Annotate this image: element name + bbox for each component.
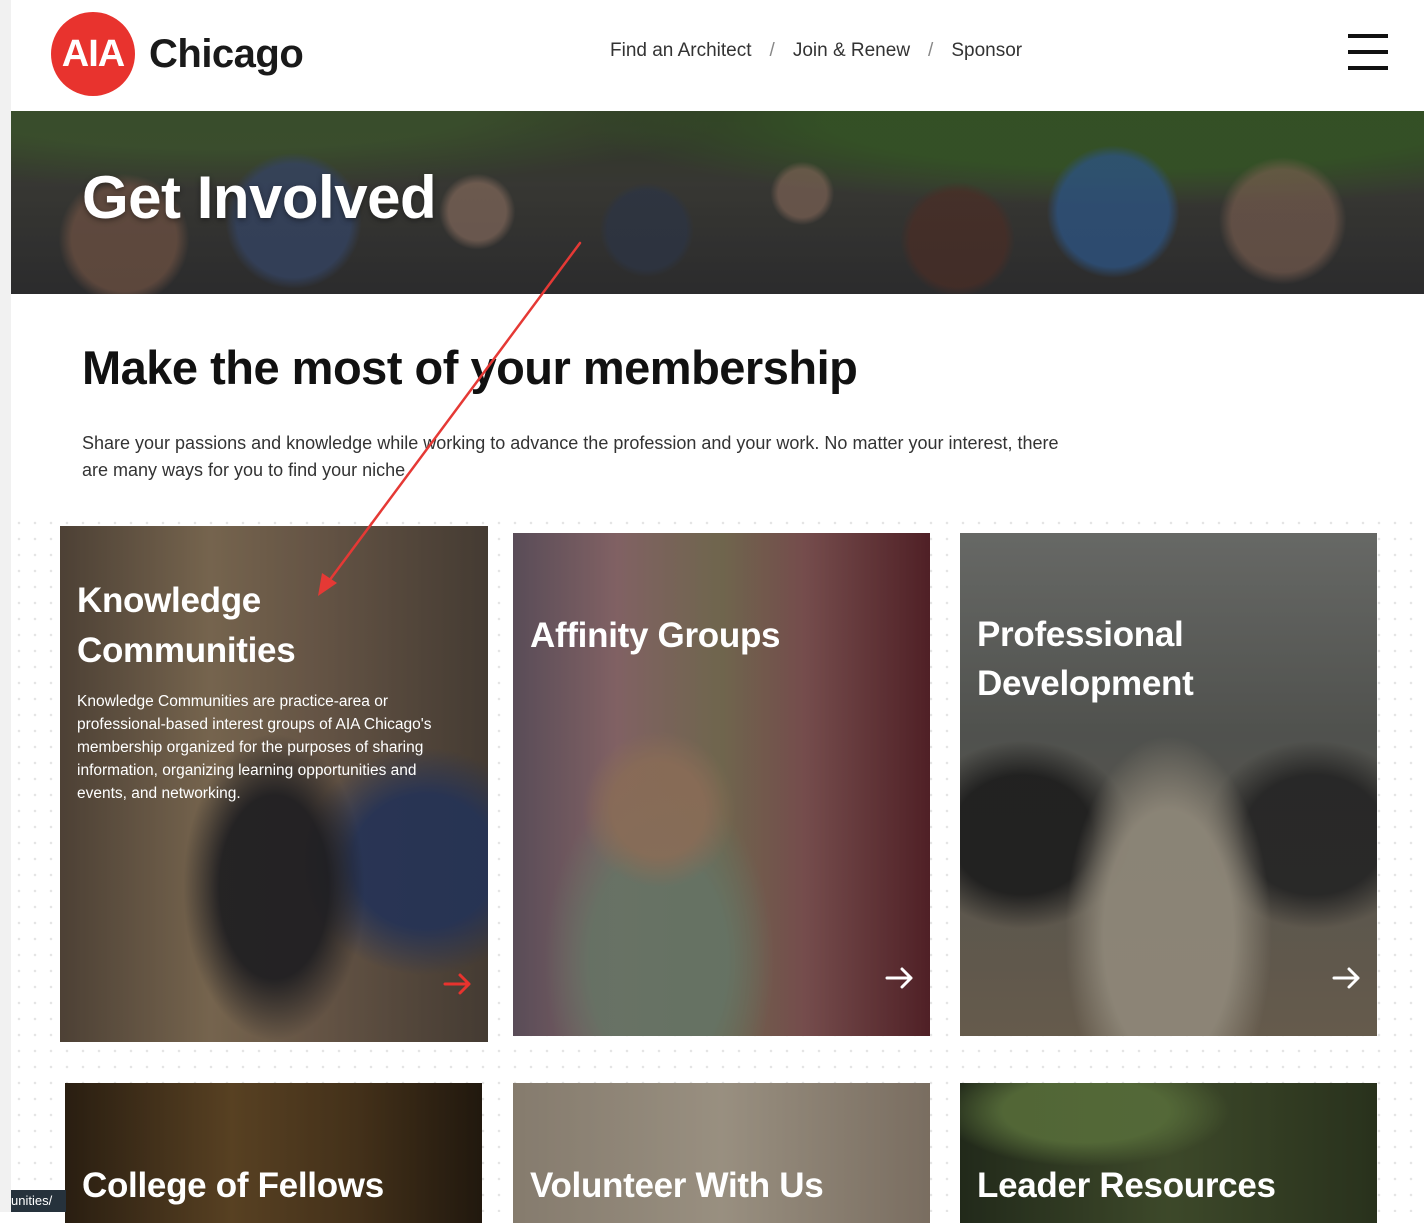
card-title-line1: Knowledge	[77, 581, 261, 620]
arrow-right-icon	[443, 973, 471, 995]
hero-banner: Get Involved	[11, 111, 1424, 294]
nav-link-join-renew[interactable]: Join & Renew	[793, 40, 910, 62]
site-header: AIA Chicago Find an Architect / Join & R…	[11, 0, 1424, 111]
card-affinity-groups[interactable]: Affinity Groups	[513, 533, 930, 1036]
card-title-line2: Communities	[77, 631, 296, 670]
section-heading: Make the most of your membership	[82, 341, 858, 394]
logo-wordmark: Chicago	[149, 31, 304, 76]
left-edge-strip	[0, 0, 11, 1212]
card-title-line1: Professional	[977, 615, 1184, 654]
nav-separator: /	[769, 40, 775, 61]
card-title: Leader Resources	[977, 1166, 1276, 1205]
card-knowledge-communities[interactable]: Knowledge Communities Knowledge Communit…	[60, 526, 488, 1042]
nav-link-find-an-architect[interactable]: Find an Architect	[610, 40, 752, 62]
nav-separator: /	[928, 40, 934, 61]
card-title: Affinity Groups	[530, 616, 781, 655]
aia-logo-mark: AIA	[51, 12, 135, 96]
nav-link-sponsor[interactable]: Sponsor	[951, 40, 1022, 62]
card-leader-resources[interactable]: Leader Resources	[960, 1083, 1377, 1223]
arrow-right-icon	[885, 967, 913, 989]
card-title: College of Fellows	[82, 1166, 384, 1205]
top-navigation: Find an Architect / Join & Renew / Spons…	[610, 40, 1022, 62]
card-description: Knowledge Communities are practice-area …	[77, 693, 432, 802]
status-bar-url: unities/	[11, 1190, 66, 1212]
card-volunteer-with-us[interactable]: Volunteer With Us	[513, 1083, 930, 1223]
page-title: Get Involved	[82, 164, 437, 231]
hamburger-menu-icon[interactable]	[1348, 34, 1388, 72]
card-college-of-fellows[interactable]: College of Fellows	[65, 1083, 482, 1223]
card-professional-development[interactable]: Professional Development	[960, 533, 1377, 1036]
card-title-line2: Development	[977, 664, 1194, 703]
aia-chicago-logo[interactable]: AIA Chicago	[51, 12, 304, 96]
intro-paragraph: Share your passions and knowledge while …	[82, 433, 1059, 480]
arrow-right-icon	[1332, 967, 1360, 989]
card-title: Volunteer With Us	[530, 1166, 824, 1205]
